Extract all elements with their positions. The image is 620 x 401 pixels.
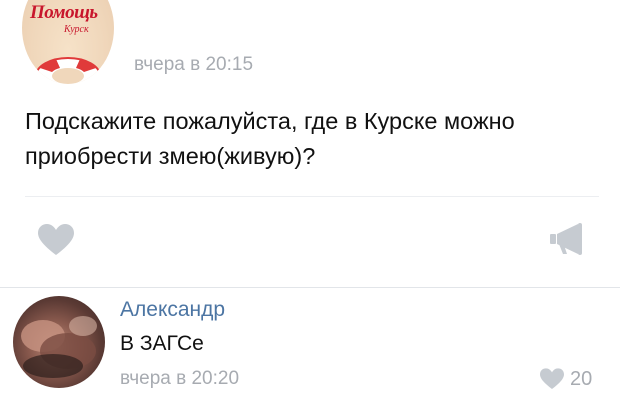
comment-author-name[interactable]: Александр bbox=[120, 298, 225, 322]
megaphone-icon bbox=[550, 223, 582, 255]
post-text: Подскажите пожалуйста, где в Курске можн… bbox=[25, 108, 515, 169]
avatar-photo bbox=[21, 316, 97, 378]
comment-timestamp[interactable]: вчера в 20:20 bbox=[120, 368, 239, 390]
post-divider bbox=[25, 196, 599, 197]
comment-author-avatar[interactable] bbox=[13, 296, 105, 388]
comment-like-button[interactable]: 20 bbox=[540, 366, 592, 392]
post-timestamp[interactable]: вчера в 20:15 bbox=[134, 54, 253, 76]
heart-icon bbox=[38, 224, 74, 255]
comment-text: В ЗАГСе bbox=[120, 332, 204, 355]
heart-icon bbox=[540, 368, 564, 389]
comment-like-count: 20 bbox=[570, 367, 593, 390]
group-avatar[interactable]: Помощь Курск bbox=[22, 0, 114, 84]
like-button[interactable] bbox=[38, 224, 74, 256]
share-button[interactable] bbox=[548, 222, 584, 256]
vk-post-view: Помощь Курск вчера в 20:15 Подскажите по… bbox=[0, 0, 620, 401]
section-divider bbox=[0, 287, 620, 288]
lifebuoy-icon bbox=[35, 57, 101, 84]
